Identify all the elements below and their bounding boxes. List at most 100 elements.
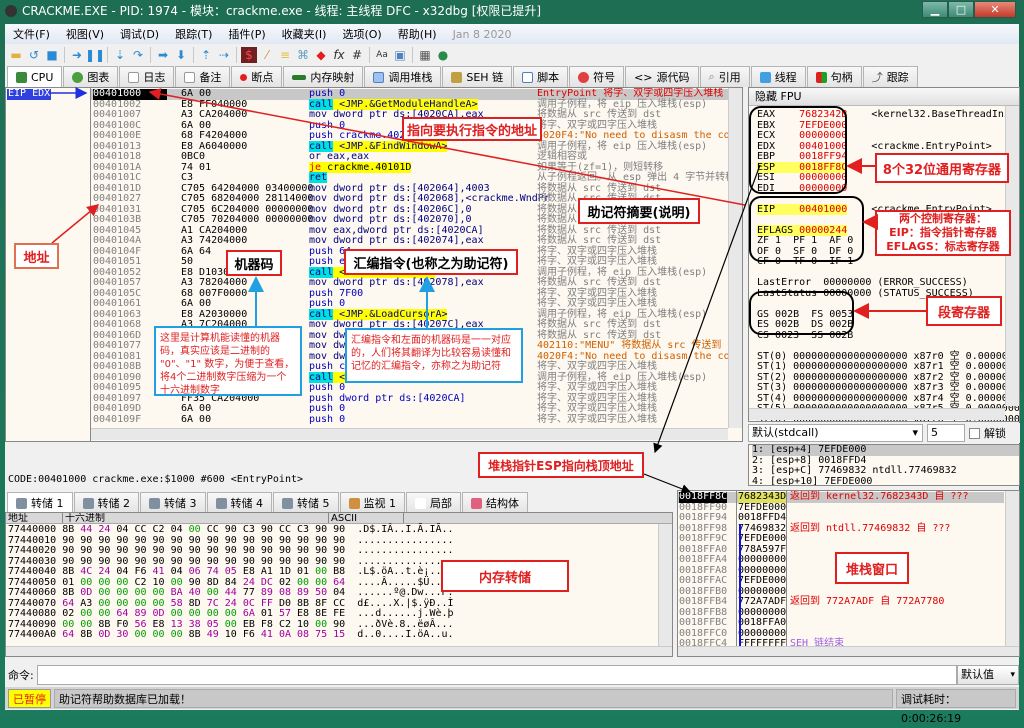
dump-byte[interactable]: 00 — [315, 577, 333, 588]
disasm-row[interactable]: 0040104A A3 74204000 mov dword ptr ds:[402… — [91, 235, 741, 247]
minimize-button[interactable]: ▁ — [922, 1, 948, 18]
dump-byte[interactable]: CC — [333, 598, 351, 609]
dump-byte[interactable]: 90 — [80, 545, 98, 556]
dump-byte[interactable]: F6 — [243, 629, 261, 640]
stack-value[interactable]: 772A7ADF — [738, 596, 786, 608]
disasm-address[interactable]: 0040104A — [93, 235, 167, 247]
disasm-row[interactable]: 00401018 0BC0 or eax,eax 逻辑相容或 — [91, 151, 741, 163]
dump-byte[interactable]: 8F — [315, 598, 333, 609]
disasm-hscroll[interactable] — [91, 428, 728, 440]
stack-row[interactable]: 0018FF9C 7EFDE000 — [678, 533, 1004, 545]
step-into-icon[interactable]: ⇣ — [112, 47, 128, 63]
argument-row[interactable]: 3: [esp+C] 77469832 ntdll.77469832 — [752, 465, 1019, 477]
dump-byte[interactable]: 90 — [279, 545, 297, 556]
registers-header[interactable]: 隐藏 FPU — [749, 88, 1019, 106]
dump-byte[interactable]: 8D — [207, 577, 225, 588]
dump-byte[interactable]: 90 — [98, 535, 116, 546]
label-icon[interactable]: ⌘ — [295, 47, 311, 63]
dump-tab[interactable]: 转储 1 — [7, 492, 73, 513]
dump-tab[interactable]: 转储 5 — [273, 492, 339, 513]
dump-byte[interactable]: 90 — [62, 556, 80, 567]
disasm-address[interactable]: 00401007 — [93, 109, 167, 121]
tab-script[interactable]: 脚本 — [513, 66, 569, 87]
dump-byte[interactable]: 8B — [297, 598, 315, 609]
dump-byte[interactable]: 00 — [189, 608, 207, 619]
dump-byte[interactable]: 64 — [62, 629, 80, 640]
dump-byte[interactable]: 90 — [116, 535, 134, 546]
tab-graph[interactable]: 图表 — [63, 66, 119, 87]
dump-byte[interactable]: 10 — [225, 629, 243, 640]
callconv-select[interactable]: 默认(stdcall) ▾ — [748, 424, 923, 442]
dump-byte[interactable]: C3 — [243, 524, 261, 535]
dump-byte[interactable]: 40 — [189, 587, 207, 598]
menu-debug[interactable]: 调试(D) — [112, 26, 167, 42]
arg-count-spinner[interactable]: 5 — [927, 424, 965, 442]
dump-byte[interactable]: 24 — [243, 577, 261, 588]
dump-byte[interactable]: 8B — [62, 587, 80, 598]
stack-value[interactable]: 7EFDE000 — [738, 533, 786, 545]
dump-byte[interactable]: 04 — [171, 566, 189, 577]
dump-byte[interactable]: 10 — [297, 619, 315, 630]
dump-byte[interactable]: 90 — [333, 524, 351, 535]
dump-byte[interactable]: 77 — [243, 587, 261, 598]
dump-byte[interactable]: 24 — [225, 598, 243, 609]
dump-row[interactable]: 774400A0 64 8B 0D 30 00 00 00 8B 49 10 F… — [8, 629, 454, 641]
disasm-address[interactable]: 00401027 — [93, 193, 167, 205]
stack-address[interactable]: 0018FFA4 — [679, 554, 727, 566]
dump-byte[interactable]: 01 — [297, 566, 315, 577]
dump-byte[interactable]: 4C — [80, 566, 98, 577]
dump-byte[interactable]: DC — [261, 577, 279, 588]
dump-byte[interactable]: 49 — [207, 629, 225, 640]
dump-byte[interactable]: 8B — [189, 629, 207, 640]
globe-icon[interactable]: ● — [435, 47, 451, 63]
menu-favourites[interactable]: 收藏夹(I) — [274, 26, 335, 42]
dump-byte[interactable]: 90 — [315, 545, 333, 556]
menu-file[interactable]: 文件(F) — [5, 26, 58, 42]
dump-byte[interactable]: 00 — [207, 608, 225, 619]
dump-byte[interactable]: 90 — [333, 545, 351, 556]
stack-value[interactable]: 7682343D — [738, 491, 787, 503]
command-input[interactable] — [36, 665, 957, 685]
disasm-address[interactable]: 00401061 — [93, 298, 167, 310]
stack-address[interactable]: 0018FFAC — [679, 575, 727, 587]
dump-byte[interactable]: 05 — [225, 566, 243, 577]
dump-byte[interactable]: 00 — [171, 577, 189, 588]
tab-memory-map[interactable]: 内存映射 — [283, 66, 364, 87]
dump-byte[interactable]: 90 — [98, 556, 116, 567]
dump-byte[interactable]: 8E — [315, 608, 333, 619]
command-mode-select[interactable]: 默认值 ▾ — [957, 665, 1019, 685]
stack-address[interactable]: 0018FFBC — [679, 617, 727, 629]
step-over-icon[interactable]: ↷ — [130, 47, 146, 63]
dump-byte[interactable]: 90 — [315, 535, 333, 546]
dump-byte[interactable]: 41 — [153, 566, 171, 577]
dump-byte[interactable]: 04 — [116, 524, 134, 535]
dump-byte[interactable]: 01 — [261, 608, 279, 619]
disasm-row[interactable]: 00401057 A3 78204000 mov dword ptr ds:[402… — [91, 277, 741, 289]
dump-byte[interactable]: 0D — [98, 629, 116, 640]
dump-byte[interactable]: 90 — [261, 545, 279, 556]
dump-byte[interactable]: 90 — [243, 556, 261, 567]
dump-byte[interactable]: 8D — [189, 598, 207, 609]
dump-byte[interactable]: 6A — [243, 608, 261, 619]
patch-icon[interactable]: ⁄ — [259, 47, 275, 63]
stack-vscroll[interactable] — [1005, 491, 1019, 646]
dump-byte[interactable]: 0D — [80, 587, 98, 598]
dump-byte[interactable]: 7C — [207, 598, 225, 609]
dump-byte[interactable]: 8B — [98, 619, 116, 630]
dump-byte[interactable]: 90 — [333, 556, 351, 567]
dump-byte[interactable]: 90 — [189, 556, 207, 567]
trace-into-icon[interactable]: ➡ — [155, 47, 171, 63]
dump-byte[interactable]: E8 — [243, 566, 261, 577]
dump-byte[interactable]: 04 — [171, 524, 189, 535]
stack-value[interactable]: 00000000 — [738, 554, 786, 566]
dump-byte[interactable]: 00 — [171, 629, 189, 640]
dump-byte[interactable]: 64 — [333, 577, 351, 588]
disasm-address[interactable]: 00401057 — [93, 277, 167, 289]
dump-byte[interactable]: 00 — [153, 587, 171, 598]
dump-byte[interactable]: 04 — [116, 566, 134, 577]
pause-icon[interactable]: ❚❚ — [85, 47, 105, 63]
registers-hscroll[interactable] — [749, 408, 1005, 420]
disasm-address[interactable]: 00401051 — [93, 256, 167, 268]
dump-byte[interactable]: CC — [134, 524, 152, 535]
dump-byte[interactable]: 58 — [171, 598, 189, 609]
